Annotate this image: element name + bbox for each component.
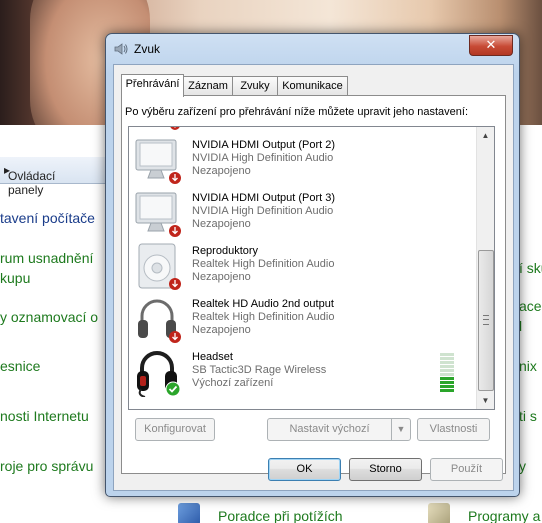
bg-link-desktop[interactable]: esnice — [0, 358, 40, 374]
device-status: Výchozí zařízení — [192, 377, 274, 389]
device-item-hdmi-port3[interactable]: NVIDIA HDMI Output (Port 3) NVIDIA High … — [129, 188, 475, 241]
bg-link-programs[interactable]: Programy a — [468, 508, 540, 523]
scrollbar-thumb[interactable] — [478, 250, 494, 391]
device-driver: Realtek High Definition Audio — [192, 258, 335, 270]
headset-icon — [137, 351, 181, 397]
bg-link-ease-of-access[interactable]: rum usnadnění — [0, 250, 93, 266]
scroll-up-arrow-icon[interactable]: ▲ — [477, 127, 494, 144]
cancel-button[interactable]: Storno — [349, 458, 422, 481]
address-bar[interactable]: ▸ Ovládací panely — [0, 157, 110, 197]
sound-dialog: Zvuk ✕ Přehrávání Záznam Zvuky Komunikac… — [105, 33, 520, 497]
device-item-realtek-2nd[interactable]: Realtek HD Audio 2nd output Realtek High… — [129, 294, 475, 347]
monitor-icon — [170, 127, 180, 130]
device-status: Nezapojeno — [192, 165, 251, 177]
bg-link-management[interactable]: roje pro správu — [0, 458, 93, 474]
headphones-icon — [138, 299, 181, 343]
troubleshoot-icon — [178, 503, 200, 523]
tab-recording[interactable]: Záznam — [183, 76, 233, 96]
set-default-button[interactable]: Nastavit výchozí — [267, 418, 392, 441]
monitor-icon — [135, 192, 181, 237]
close-button[interactable]: ✕ — [469, 35, 513, 56]
device-driver: NVIDIA High Definition Audio — [192, 152, 334, 164]
device-status: Nezapojeno — [192, 218, 251, 230]
device-name: Realtek HD Audio 2nd output — [192, 298, 334, 310]
ok-button[interactable]: OK — [268, 458, 341, 481]
device-name: NVIDIA HDMI Output (Port 2) — [192, 139, 336, 151]
programs-icon — [428, 503, 450, 523]
list-item-partial[interactable] — [129, 127, 475, 135]
device-list[interactable]: NVIDIA HDMI Output (Port 2) NVIDIA High … — [128, 126, 495, 410]
device-list-scrollbar[interactable]: ▲ ▼ — [476, 127, 494, 409]
grip-icon — [483, 315, 489, 325]
tab-playback[interactable]: Přehrávání — [121, 74, 184, 97]
bg-link-troubleshoot[interactable]: Poradce při potížích — [218, 508, 343, 523]
bg-link-settings[interactable]: tavení počítače — [0, 210, 95, 226]
properties-button[interactable]: Vlastnosti — [417, 418, 490, 441]
speaker-icon — [138, 243, 181, 290]
device-item-headset[interactable]: Headset SB Tactic3D Rage Wireless Výchoz… — [129, 347, 475, 400]
close-icon: ✕ — [485, 37, 497, 52]
apply-button[interactable]: Použít — [430, 458, 503, 481]
bg-right-link-2[interactable]: ace — [519, 298, 542, 314]
device-name: Headset — [192, 351, 233, 363]
set-default-dropdown[interactable]: ▼ — [391, 418, 411, 441]
bg-link-purchase[interactable]: kupu — [0, 270, 30, 286]
bg-right-link-5[interactable]: ti s — [519, 408, 537, 424]
device-driver: SB Tactic3D Rage Wireless — [192, 364, 327, 376]
instruction-text: Po výběru zařízení pro přehrávání níže m… — [125, 106, 469, 118]
bg-right-link-6[interactable]: y — [519, 458, 526, 474]
bg-right-link-4[interactable]: nix — [519, 358, 537, 374]
title-bar[interactable]: Zvuk ✕ — [106, 34, 519, 64]
scroll-down-arrow-icon[interactable]: ▼ — [477, 392, 494, 409]
tab-communications[interactable]: Komunikace — [277, 76, 348, 96]
speaker-icon — [114, 43, 128, 55]
device-name: NVIDIA HDMI Output (Port 3) — [192, 192, 336, 204]
device-driver: NVIDIA High Definition Audio — [192, 205, 334, 217]
device-item-speakers[interactable]: Reproduktory Realtek High Definition Aud… — [129, 241, 475, 294]
tab-sounds[interactable]: Zvuky — [232, 76, 278, 96]
dialog-title: Zvuk — [134, 42, 161, 56]
breadcrumb[interactable]: ▸ Ovládací panely — [4, 163, 55, 197]
bg-link-notification[interactable]: y oznamovací o — [0, 309, 98, 325]
monitor-icon — [135, 139, 181, 184]
device-driver: Realtek High Definition Audio — [192, 311, 335, 323]
device-status: Nezapojeno — [192, 271, 251, 283]
chevron-down-icon: ▼ — [396, 424, 406, 434]
configure-button[interactable]: Konfigurovat — [135, 418, 215, 441]
bg-right-link-1[interactable]: í sku — [519, 260, 542, 276]
device-item-hdmi-port2[interactable]: NVIDIA HDMI Output (Port 2) NVIDIA High … — [129, 135, 475, 188]
device-status: Nezapojeno — [192, 324, 251, 336]
volume-level-meter — [440, 353, 454, 395]
bg-link-internet[interactable]: nosti Internetu — [0, 408, 89, 424]
breadcrumb-label: Ovládací panely — [8, 169, 56, 197]
device-name: Reproduktory — [192, 245, 259, 257]
